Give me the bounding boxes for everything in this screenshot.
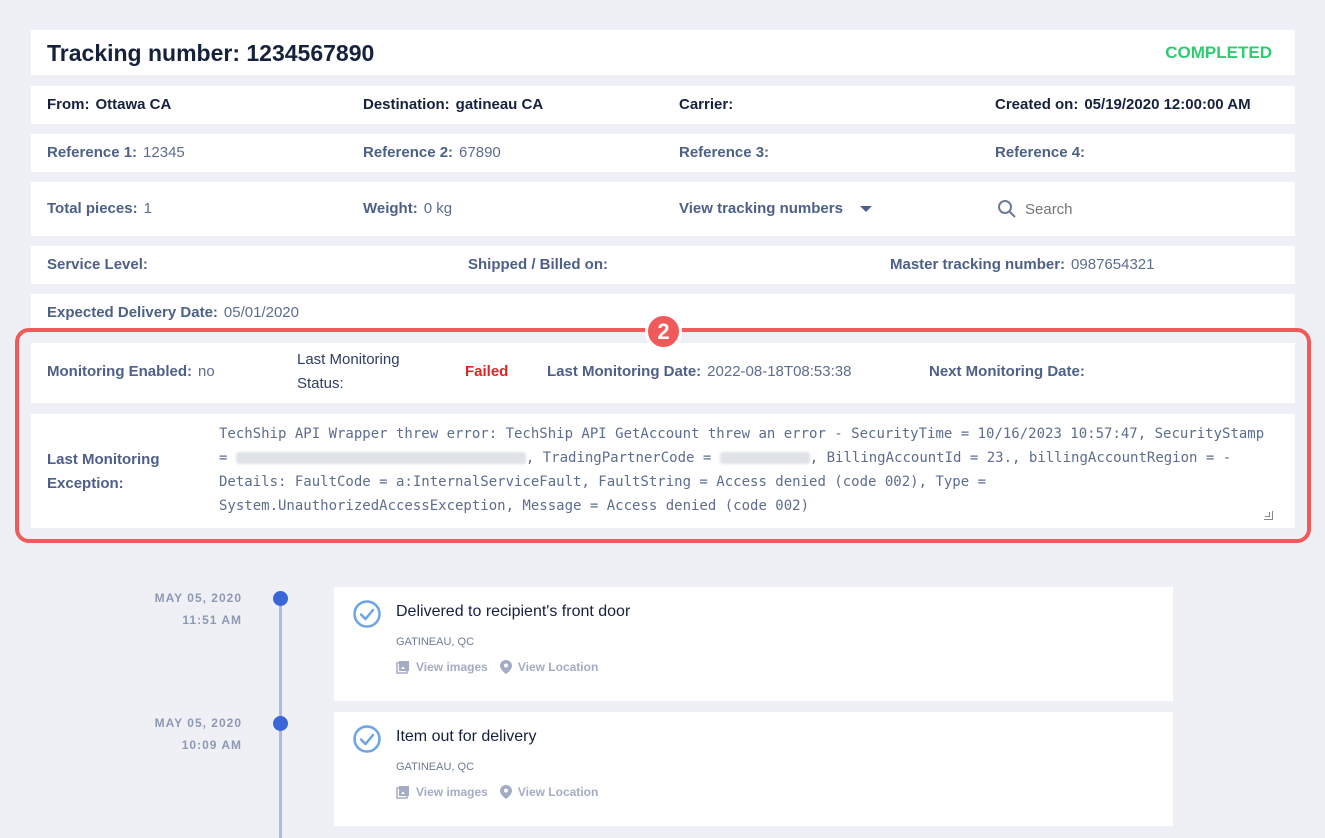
next-monitoring-date-field: Next Monitoring Date: — [929, 363, 1091, 380]
check-circle-icon — [353, 725, 381, 753]
weight-value: 0 kg — [423, 200, 453, 217]
carrier-field: Carrier: — [679, 96, 739, 113]
shipment-summary-row: From: Ottawa CA Destination: gatineau CA C… — [31, 86, 1295, 124]
last-monitoring-date-field: Last Monitoring Date: 2022-08-18T08:53:38 — [547, 363, 851, 380]
search-input[interactable] — [1025, 200, 1265, 218]
shipped-billed-label: Shipped / Billed on: — [468, 256, 608, 273]
created-field: Created on: 05/19/2020 12:00:00 AM — [995, 96, 1251, 113]
view-images-label: View images — [416, 785, 488, 799]
page-title: Tracking number: 1234567890 — [47, 40, 375, 66]
view-images-label: View images — [416, 660, 488, 674]
reference-4-label: Reference 4: — [995, 144, 1086, 161]
last-monitoring-date-value: 2022-08-18T08:53:38 — [707, 363, 852, 380]
event-time: 11:51 AM — [182, 613, 242, 627]
destination-value: gatineau CA — [455, 96, 544, 113]
from-label: From: — [47, 96, 90, 113]
location-pin-icon — [499, 785, 512, 799]
created-value: 05/19/2020 12:00:00 AM — [1084, 96, 1251, 113]
timeline-event-card: Item out for delivery GATINEAU, QC View … — [334, 712, 1173, 826]
timeline-dot — [273, 716, 288, 731]
last-monitoring-status-value: Failed — [465, 363, 509, 380]
destination-field: Destination: gatineau CA — [363, 96, 543, 113]
timeline-date-2: MAY 05, 2020 10:09 AM — [155, 712, 242, 756]
last-monitoring-exception-textarea[interactable]: TechShip API Wrapper threw error: TechSh… — [219, 422, 1275, 522]
shipped-billed-field: Shipped / Billed on: — [468, 256, 614, 273]
images-icon — [396, 661, 409, 674]
expected-delivery-value: 05/01/2020 — [223, 304, 299, 321]
pieces-row: Total pieces: 1 Weight: 0 kg View tracking… — [31, 182, 1295, 236]
redacted-trading-partner-code — [719, 452, 810, 464]
from-value: Ottawa CA — [95, 96, 172, 113]
view-images-link[interactable]: View images — [396, 660, 488, 674]
monitoring-enabled-label: Monitoring Enabled: — [47, 363, 192, 380]
event-links: View images View Location — [396, 660, 610, 674]
reference-1-label: Reference 1: — [47, 144, 138, 161]
service-level-label: Service Level: — [47, 256, 148, 273]
event-location: GATINEAU, QC — [396, 636, 475, 648]
timeline-dot — [273, 591, 288, 606]
master-tracking-value: 0987654321 — [1071, 256, 1155, 273]
master-tracking-label: Master tracking number: — [890, 256, 1066, 273]
expected-delivery-label: Expected Delivery Date: — [47, 304, 218, 321]
last-monitoring-date-label: Last Monitoring Date: — [547, 363, 702, 380]
textarea-resize-handle[interactable] — [1264, 511, 1273, 520]
event-title: Item out for delivery — [396, 728, 537, 745]
master-tracking-field: Master tracking number: 0987654321 — [890, 256, 1154, 273]
redacted-security-stamp — [235, 452, 526, 464]
status-badge: COMPLETED — [1165, 43, 1272, 62]
timeline-event-card: Delivered to recipient's front door GATI… — [334, 587, 1173, 701]
service-level-field: Service Level: — [47, 256, 154, 273]
next-monitoring-date-label: Next Monitoring Date: — [929, 363, 1085, 380]
references-row: Reference 1: 12345 Reference 2: 67890 Refe… — [31, 134, 1295, 172]
from-field: From: Ottawa CA — [47, 96, 171, 113]
event-date: MAY 05, 2020 — [154, 591, 242, 605]
total-pieces-label: Total pieces: — [47, 200, 138, 217]
monitoring-exception-row: Last Monitoring Exception: TechShip API … — [31, 414, 1295, 528]
reference-3-field: Reference 3: — [679, 144, 775, 161]
expected-delivery-field: Expected Delivery Date: 05/01/2020 — [47, 304, 299, 321]
tracking-header: Tracking number: 1234567890 COMPLETED — [31, 30, 1295, 75]
view-images-link[interactable]: View images — [396, 785, 488, 799]
reference-4-field: Reference 4: — [995, 144, 1091, 161]
service-row: Service Level: Shipped / Billed on: Mast… — [31, 246, 1295, 284]
view-location-link[interactable]: View Location — [499, 660, 599, 674]
total-pieces-field: Total pieces: 1 — [47, 200, 152, 217]
view-location-label: View Location — [517, 785, 599, 799]
total-pieces-value: 1 — [143, 200, 152, 217]
monitoring-enabled-field: Monitoring Enabled: no — [47, 363, 215, 380]
event-title: Delivered to recipient's front door — [396, 603, 631, 620]
chevron-down-icon — [860, 206, 873, 213]
created-label: Created on: — [995, 96, 1079, 113]
search-icon — [998, 200, 1016, 218]
view-location-link[interactable]: View Location — [499, 785, 599, 799]
reference-2-label: Reference 2: — [363, 144, 454, 161]
reference-1-field: Reference 1: 12345 — [47, 144, 185, 161]
reference-2-value: 67890 — [459, 144, 501, 161]
view-tracking-numbers-dropdown[interactable]: View tracking numbers — [679, 200, 873, 217]
weight-label: Weight: — [363, 200, 418, 217]
carrier-label: Carrier: — [679, 96, 734, 113]
last-monitoring-exception-label: Last Monitoring Exception: — [47, 451, 160, 492]
monitoring-row: Monitoring Enabled: no Last Monitoring St… — [31, 343, 1295, 403]
reference-3-label: Reference 3: — [679, 144, 770, 161]
check-circle-icon — [353, 600, 381, 628]
exception-text-part-2: , TradingPartnerCode = — [525, 450, 712, 466]
weight-field: Weight: 0 kg — [363, 200, 452, 217]
event-location: GATINEAU, QC — [396, 761, 475, 773]
view-tracking-numbers-label: View tracking numbers — [679, 200, 843, 217]
last-monitoring-status-label: Last Monitoring Status: — [297, 351, 400, 392]
search-field[interactable] — [997, 198, 1277, 220]
reference-1-value: 12345 — [143, 144, 185, 161]
destination-label: Destination: — [363, 96, 450, 113]
step-number-badge: 2 — [645, 313, 682, 350]
location-pin-icon — [499, 660, 512, 674]
monitoring-enabled-value: no — [197, 363, 215, 380]
event-links: View images View Location — [396, 785, 610, 799]
images-icon — [396, 786, 409, 799]
reference-2-field: Reference 2: 67890 — [363, 144, 501, 161]
event-time: 10:09 AM — [181, 738, 242, 752]
timeline-date-1: MAY 05, 2020 11:51 AM — [155, 587, 242, 631]
event-date: MAY 05, 2020 — [154, 716, 242, 730]
view-location-label: View Location — [517, 660, 599, 674]
